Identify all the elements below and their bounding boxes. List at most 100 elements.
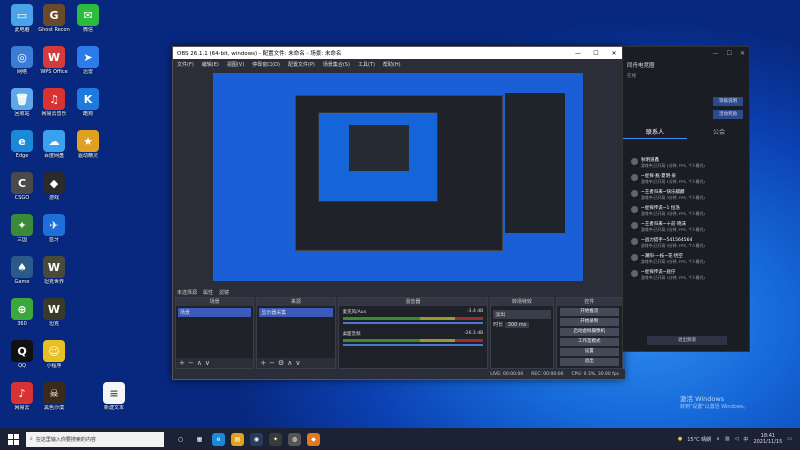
tank-game-icon[interactable]: ✦ bbox=[269, 432, 282, 446]
desktop-icon[interactable]: W WPS Office bbox=[36, 46, 72, 75]
member-item[interactable]: ~星探传说~屁仔 游戏中(已开局 1分钟, FPS, 个人模式) bbox=[631, 269, 746, 281]
desktop-icon[interactable]: ♠ Game bbox=[4, 256, 40, 285]
menu-view[interactable]: 视图(V) bbox=[227, 61, 244, 68]
member-item[interactable]: ~潮阳·一枝~花·悟空 游戏中(已开局 5分钟, FPS, 个人模式) bbox=[631, 253, 746, 265]
desktop-icon[interactable]: ♪ 网易云 bbox=[4, 382, 40, 411]
obs-title: OBS 26.1.1 (64-bit, windows) - 配置文件: 未命名… bbox=[177, 51, 342, 57]
member-item[interactable]: ~星探·瓶·夏明·泉 游戏中(已开局 1分钟, FPS, 个人模式) bbox=[631, 173, 746, 185]
desktop-icon[interactable]: ★ 驱动精灵 bbox=[70, 130, 106, 159]
desktop-icon[interactable]: ✦ 三国 bbox=[4, 214, 40, 243]
nested-qq-panel bbox=[505, 93, 565, 233]
desktop-icon[interactable]: ♫ 网易云音乐 bbox=[36, 88, 72, 117]
member-status: 游戏中(已开局 5分钟, FPS, 个人模式) bbox=[641, 259, 705, 264]
scenes-toolbar[interactable]: +−∧∨ bbox=[176, 358, 253, 368]
weather-icon: ● bbox=[677, 436, 683, 442]
chevron-up-icon[interactable]: ∧ bbox=[716, 436, 720, 442]
ime-indicator[interactable]: 中 bbox=[743, 436, 748, 443]
mixer-ch2-slider[interactable] bbox=[342, 344, 484, 346]
close-button[interactable]: ✕ bbox=[605, 50, 623, 57]
leave-channel-button[interactable]: 退出频道 bbox=[647, 336, 727, 345]
widgets-icon[interactable]: ▦ bbox=[193, 433, 206, 446]
app-icon: Q bbox=[11, 340, 33, 362]
desktop-icon[interactable]: e Edge bbox=[4, 130, 40, 159]
qq-channel-icon[interactable]: ◆ bbox=[307, 432, 320, 446]
edge-icon[interactable]: e bbox=[212, 432, 225, 446]
member-item[interactable]: 秋明道鑫 游戏中(已开局 1分钟, FPS, 个人模式) bbox=[631, 157, 746, 169]
tab-contacts[interactable]: 联系人 bbox=[623, 127, 687, 139]
avatar bbox=[631, 270, 638, 277]
menu-help[interactable]: 帮助(H) bbox=[383, 61, 401, 68]
desktop-icon-label: CSGO bbox=[14, 195, 30, 201]
studio-mode-button[interactable]: 工作室模式 bbox=[559, 338, 619, 346]
virtual-camera-button[interactable]: 启动虚拟摄像机 bbox=[559, 328, 619, 336]
desktop-icon[interactable]: ✈ 蓝牙 bbox=[36, 214, 72, 243]
qq-close-button[interactable]: ✕ bbox=[740, 50, 745, 57]
desktop-icon-label: QQ bbox=[18, 363, 26, 369]
desktop-icon[interactable]: Q QQ bbox=[4, 340, 40, 369]
tab-guild[interactable]: 公会 bbox=[687, 127, 751, 139]
maximize-button[interactable]: ☐ bbox=[587, 50, 605, 57]
start-streaming-button[interactable]: 开始推流 bbox=[559, 308, 619, 316]
desktop-icon-label: 新建文本 bbox=[103, 405, 124, 411]
scenes-dock: 场景 场景 +−∧∨ bbox=[175, 297, 255, 369]
app-icon: ★ bbox=[77, 130, 99, 152]
desktop-icon[interactable]: ⊕ 360 bbox=[4, 298, 40, 327]
menu-edit[interactable]: 编辑(E) bbox=[202, 61, 219, 68]
desktop-icon[interactable]: W 坦克 bbox=[36, 298, 72, 327]
desktop-icon[interactable]: G Ghost Recon bbox=[36, 4, 72, 33]
desktop-icon[interactable]: ◎ 网络 bbox=[4, 46, 40, 75]
start-button[interactable] bbox=[4, 430, 22, 448]
desktop-icon[interactable]: W 坦克世界 bbox=[36, 256, 72, 285]
obs-icon[interactable]: ◍ bbox=[288, 432, 301, 446]
file-explorer-icon[interactable]: ▤ bbox=[231, 432, 244, 446]
desktop-icon[interactable]: 🗑 回收站 bbox=[4, 88, 40, 117]
scene-item[interactable]: 场景 bbox=[178, 308, 252, 317]
desktop-icon[interactable]: ▭ 此电脑 bbox=[4, 4, 40, 33]
member-item[interactable]: ~王者归来~快乐麒麟 游戏中(已开局 3分钟, FPS, 个人模式) bbox=[631, 189, 746, 201]
desktop-icon[interactable]: C CSGO bbox=[4, 172, 40, 201]
menu-scene-collection[interactable]: 场景集合(S) bbox=[323, 61, 350, 68]
transition-select[interactable]: 淡出 bbox=[493, 310, 551, 319]
sources-toolbar[interactable]: +−⚙∧∨ bbox=[257, 358, 334, 368]
network-icon[interactable]: ▥ bbox=[725, 436, 730, 442]
desktop-icon[interactable]: ✉ 微信 bbox=[70, 4, 106, 33]
minimize-button[interactable]: — bbox=[569, 50, 587, 57]
menu-docks[interactable]: 停靠窗口(D) bbox=[252, 61, 280, 68]
task-view-icon[interactable]: ○ bbox=[174, 433, 187, 446]
desktop-icon[interactable]: ☁ 百度网盘 bbox=[36, 130, 72, 159]
weather-text[interactable]: 15°C 晴朗 bbox=[687, 436, 711, 443]
duration-input[interactable]: 300 ms bbox=[504, 322, 530, 328]
menu-file[interactable]: 文件(F) bbox=[177, 61, 194, 68]
member-item[interactable]: ~星探传说~1 恒洛 游戏中(已开局 3分钟, FPS, 个人模式) bbox=[631, 205, 746, 217]
desktop-icon[interactable]: ☠ 黑色沙漠 bbox=[36, 382, 72, 411]
notification-icon[interactable]: ▭ bbox=[787, 436, 792, 442]
menu-tools[interactable]: 工具(T) bbox=[358, 61, 375, 68]
desktop-icon[interactable]: ☺ 小程序 bbox=[36, 340, 72, 369]
start-recording-button[interactable]: 开始录制 bbox=[559, 318, 619, 326]
desktop-icon[interactable]: ≡ 新建文本 bbox=[96, 382, 132, 411]
activity-reward-button[interactable]: 活动奖励 bbox=[713, 110, 743, 119]
taskbar-search[interactable]: ⌕ 在这里输入你要搜索的内容 bbox=[26, 431, 164, 447]
settings-button[interactable]: 设置 bbox=[559, 348, 619, 356]
filters-button[interactable]: 滤镜 bbox=[219, 289, 229, 296]
member-item[interactable]: ~战力猎手~541564564 游戏中(已开局 3分钟, FPS, 个人模式) bbox=[631, 237, 746, 249]
qq-maximize-button[interactable]: ☐ bbox=[727, 50, 732, 57]
exit-button[interactable]: 退出 bbox=[559, 358, 619, 366]
steam-icon[interactable]: ◉ bbox=[250, 432, 263, 446]
mixer-ch1-slider[interactable] bbox=[342, 322, 484, 324]
sources-title: 来源 bbox=[257, 298, 335, 306]
properties-button[interactable]: 属性 bbox=[203, 289, 213, 296]
menu-profile[interactable]: 配置文件(P) bbox=[288, 61, 315, 68]
source-item[interactable]: 显示器采集 bbox=[259, 308, 333, 317]
member-item[interactable]: ~王者归来~十前·晓沫 游戏中(已开局 2分钟, FPS, 个人模式) bbox=[631, 221, 746, 233]
qq-window-controls: — ☐ ✕ bbox=[623, 47, 749, 59]
qq-minimize-button[interactable]: — bbox=[713, 50, 719, 57]
clock[interactable]: 18:41 2021/11/15 bbox=[753, 433, 782, 445]
desktop-icon[interactable]: ◆ 游戏 bbox=[36, 172, 72, 201]
desktop-icon[interactable]: ➤ 迅雷 bbox=[70, 46, 106, 75]
obs-preview[interactable] bbox=[213, 73, 583, 281]
desktop-icon[interactable]: K 酷狗 bbox=[70, 88, 106, 117]
avatar bbox=[631, 174, 638, 181]
level-info-button[interactable]: 等级说明 bbox=[713, 97, 743, 106]
volume-icon[interactable]: ◁ bbox=[735, 436, 739, 442]
